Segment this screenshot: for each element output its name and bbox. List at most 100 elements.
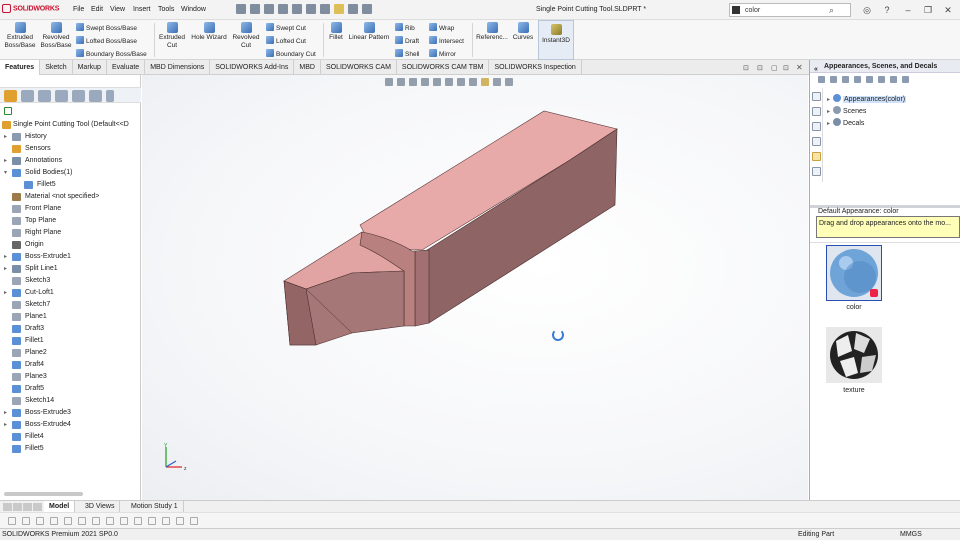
status-units[interactable]: MMGS [900, 529, 922, 540]
lofted-boss-button[interactable]: Lofted Boss/Base [76, 36, 137, 45]
fillet-button[interactable]: Fillet [326, 22, 346, 42]
lofted-cut-button[interactable]: Lofted Cut [266, 36, 306, 45]
display-manager-tab-icon[interactable] [72, 90, 85, 102]
menu-insert[interactable]: Insert [133, 6, 151, 13]
last-tab-icon[interactable] [33, 503, 42, 511]
dimxpert-manager-tab-icon[interactable] [55, 90, 68, 102]
swatch-texture[interactable] [826, 327, 882, 383]
menu-view[interactable]: View [110, 6, 125, 13]
menu-file[interactable]: File [73, 6, 84, 13]
swept-boss-button[interactable]: Swept Boss/Base [76, 23, 137, 32]
tab-solidworks-inspection[interactable]: SOLIDWORKS Inspection [489, 60, 582, 75]
back-icon[interactable] [818, 76, 825, 83]
home-icon[interactable] [854, 76, 861, 83]
trim-tool-icon[interactable] [50, 517, 58, 525]
tab-mbd[interactable]: MBD [294, 60, 321, 75]
dropdown-icon[interactable] [842, 76, 849, 83]
boundary-cut-button[interactable]: Boundary Cut [266, 49, 316, 58]
shell-button[interactable]: Shell [395, 49, 419, 58]
feature-manager-tab-icon[interactable] [4, 90, 17, 102]
next-tab-icon[interactable] [23, 503, 32, 511]
tab-evaluate[interactable]: Evaluate [107, 60, 146, 75]
arc-tool-icon[interactable] [36, 517, 44, 525]
instant3d-button[interactable]: Instant3D [538, 20, 574, 60]
expand-arrow-icon[interactable]: ▸ [4, 251, 10, 263]
viewport-restore-icon[interactable]: ▢ [771, 64, 778, 72]
property-manager-tab-icon[interactable] [21, 90, 34, 102]
home-icon[interactable] [236, 4, 246, 14]
expand-arrow-icon[interactable]: ▸ [827, 109, 830, 115]
save-icon[interactable] [278, 4, 288, 14]
tab-features[interactable]: Features [0, 60, 41, 75]
tree-item-scenes[interactable]: ▸ Scenes [827, 106, 866, 115]
extruded-boss-button[interactable]: Extruded Boss/Base [4, 22, 36, 50]
forward-icon[interactable] [830, 76, 837, 83]
print-icon[interactable] [292, 4, 302, 14]
mirror-button[interactable]: Mirror [429, 49, 456, 58]
tree-item-decals[interactable]: ▸ Decals [827, 118, 864, 127]
swatch-color[interactable] [826, 245, 882, 301]
relations-tool-icon[interactable] [190, 517, 198, 525]
magnifier-icon[interactable]: ⌕ [829, 5, 834, 16]
expand-arrow-icon[interactable]: ▸ [4, 419, 10, 431]
tab-solidworks-cam-tbm[interactable]: SOLIDWORKS CAM TBM [397, 60, 490, 75]
menu-edit[interactable]: Edit [91, 6, 103, 13]
revolved-boss-button[interactable]: Revolved Boss/Base [40, 22, 72, 50]
tab-solidworks-cam[interactable]: SOLIDWORKS CAM [321, 60, 397, 75]
swept-cut-button[interactable]: Swept Cut [266, 23, 306, 32]
hole-wizard-button[interactable]: Hole Wizard [190, 22, 228, 42]
solidworks-resources-icon[interactable] [812, 92, 821, 101]
tab-mbd-dimensions[interactable]: MBD Dimensions [145, 60, 211, 75]
tab-sketch[interactable]: Sketch [40, 60, 73, 75]
select-icon[interactable] [320, 4, 330, 14]
menu-window[interactable]: Window [181, 6, 206, 13]
custom-properties-icon[interactable] [812, 167, 821, 176]
open-folder-icon[interactable] [264, 4, 274, 14]
close-icon[interactable]: ✕ [941, 3, 955, 17]
file-properties-icon[interactable] [348, 4, 358, 14]
horizontal-scrollbar[interactable] [4, 492, 83, 496]
expand-arrow-icon[interactable]: ▸ [4, 131, 10, 143]
tab-solidworks-add-ins[interactable]: SOLIDWORKS Add-Ins [210, 60, 295, 75]
offset-tool-icon[interactable] [134, 517, 142, 525]
menu-tools[interactable]: Tools [158, 6, 174, 13]
spline-tool-icon[interactable] [106, 517, 114, 525]
fillet-tool-icon[interactable] [162, 517, 170, 525]
cam-manager-tab-icon[interactable] [89, 90, 102, 102]
expand-arrow-icon[interactable]: ▸ [4, 155, 10, 167]
rebuild-icon[interactable] [334, 4, 344, 14]
revolved-cut-button[interactable]: Revolved Cut [231, 22, 261, 50]
rib-button[interactable]: Rib [395, 23, 415, 32]
point-tool-icon[interactable] [78, 517, 86, 525]
reference-geometry-button[interactable]: Referenc... [475, 22, 509, 42]
expand-arrow-icon[interactable]: ▸ [827, 121, 830, 127]
tree-item-appearances[interactable]: ▸ Appearances(color) [827, 94, 907, 103]
folder-icon[interactable] [878, 76, 885, 83]
first-tab-icon[interactable] [3, 503, 12, 511]
mirror-tool-icon[interactable] [120, 517, 128, 525]
dimension-tool-icon[interactable] [176, 517, 184, 525]
draft-button[interactable]: Draft [395, 36, 419, 45]
viewport-close-icon[interactable]: ✕ [796, 63, 803, 72]
configuration-manager-tab-icon[interactable] [38, 90, 51, 102]
restore-icon[interactable]: ❐ [921, 3, 935, 17]
viewport-maximize-icon[interactable]: ⊡ [783, 64, 789, 72]
refresh-icon[interactable] [890, 76, 897, 83]
viewport-split-icon[interactable]: ⊡ [757, 64, 763, 72]
scroll-tabs-icon[interactable] [106, 90, 114, 102]
help-icon[interactable]: ? [880, 3, 894, 17]
file-explorer-icon[interactable] [812, 122, 821, 131]
expand-arrow-icon[interactable]: ▾ [4, 167, 10, 179]
filter-icon[interactable] [4, 107, 12, 115]
viewport-tile-icon[interactable]: ⊡ [743, 64, 749, 72]
expand-arrow-icon[interactable]: ▸ [4, 263, 10, 275]
appearances-icon[interactable] [812, 152, 821, 161]
options-icon[interactable] [362, 4, 372, 14]
new-document-icon[interactable] [250, 4, 260, 14]
linear-pattern-button[interactable]: Linear Pattern [347, 22, 391, 42]
circle-tool-icon[interactable] [22, 517, 30, 525]
polygon-tool-icon[interactable] [92, 517, 100, 525]
add-folder-icon[interactable] [866, 76, 873, 83]
view-palette-icon[interactable] [812, 137, 821, 146]
wrap-button[interactable]: Wrap [429, 23, 454, 32]
